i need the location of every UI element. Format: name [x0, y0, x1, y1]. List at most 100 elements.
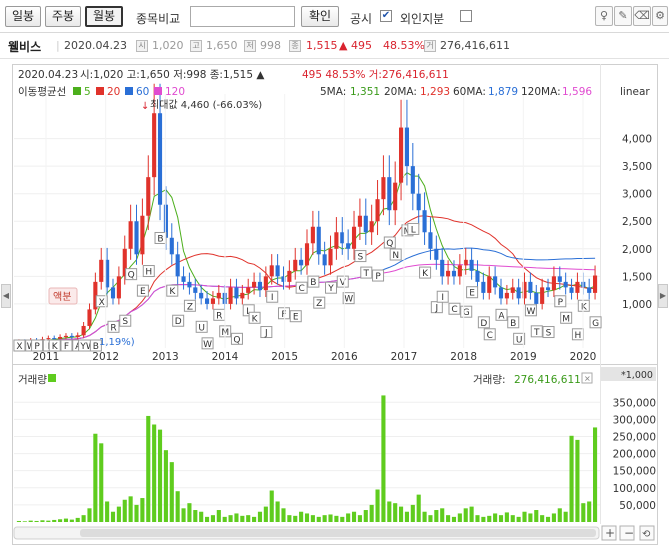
volume-swatch — [48, 374, 56, 382]
volume-bar — [134, 504, 139, 522]
price-tick-label: 4,000 — [622, 134, 652, 146]
candle-body — [469, 259, 474, 271]
disclosure-marker-label: M — [562, 314, 570, 324]
candle-body — [128, 221, 133, 249]
disclosure-marker-label: I — [441, 293, 444, 303]
volume-bar — [99, 443, 104, 522]
disclosure-marker-label: J — [435, 304, 439, 314]
volume-tick-label: 100,000 — [613, 483, 656, 495]
candle-body — [357, 215, 362, 227]
candle-body — [387, 177, 392, 211]
volume-bar — [504, 512, 509, 522]
disclosure-marker-label: Y — [327, 284, 334, 294]
scale-label[interactable]: linear — [620, 86, 650, 98]
candle-body — [593, 275, 598, 293]
volume-bar — [410, 504, 415, 522]
volume-bar — [340, 516, 345, 522]
volume-bar — [140, 498, 145, 522]
year-tick-label: 2011 — [33, 351, 60, 363]
plus-icon[interactable]: + — [605, 526, 615, 540]
ma120-swatch — [154, 87, 162, 95]
volume-legend-value: 276,416,611 — [514, 374, 581, 386]
volume-bar — [516, 516, 521, 522]
volume-bar — [157, 429, 163, 522]
candle-body — [334, 232, 339, 249]
candle-body — [451, 270, 457, 277]
candle-body — [199, 292, 204, 299]
candle-body — [216, 292, 221, 299]
volume-bar — [146, 415, 151, 522]
ma120-value-label: 120MA: — [521, 86, 561, 98]
disclosure-marker-label: P — [375, 272, 381, 282]
legend-ohlc: 시:1,020 고:1,650 저:998 종:1,515 ▲ — [80, 69, 265, 81]
volume-bar — [387, 501, 392, 522]
reset-icon[interactable]: ⟲ — [642, 529, 651, 540]
candle-body — [487, 276, 492, 293]
volume-bars — [16, 395, 598, 522]
volume-bar — [257, 511, 263, 522]
disclosure-marker-label: U — [198, 323, 205, 333]
ma20-swatch — [96, 87, 104, 95]
disclosure-marker-label: F — [281, 310, 286, 320]
disclosure-marker-label: I — [271, 293, 274, 303]
candle-body — [181, 276, 186, 282]
scrollbar-thumb[interactable] — [80, 529, 596, 537]
volume-bar — [393, 503, 398, 522]
disclosure-marker-label: E — [140, 287, 146, 297]
candle-body — [193, 287, 198, 293]
volume-bar — [357, 515, 362, 522]
candle-body — [540, 287, 545, 304]
volume-bar — [575, 439, 580, 522]
close-icon[interactable]: ✕ — [584, 375, 591, 384]
disclosure-marker-label: B — [157, 234, 163, 244]
candle-body — [140, 215, 145, 255]
candle-body — [228, 287, 233, 304]
volume-bar — [128, 496, 133, 522]
candle-body — [457, 265, 462, 277]
candle-body — [210, 298, 215, 304]
disclosure-marker-label: C — [298, 284, 304, 294]
volume-bar — [63, 518, 69, 522]
disclosure-marker-label: D — [175, 317, 182, 327]
disclosure-marker-label: X — [16, 342, 22, 352]
candle-body — [110, 287, 116, 299]
year-tick-label: 2014 — [212, 351, 239, 363]
price-y-ticks: 1,000 1,500 2,000 2,500 3,000 3,500 4,000 — [622, 134, 652, 311]
candle-body — [152, 113, 157, 178]
year-tick-label: 2013 — [152, 351, 179, 363]
volume-tick-label: 150,000 — [613, 466, 656, 478]
min-annotation: 1,19%) — [99, 337, 135, 348]
volume-bar — [304, 513, 310, 522]
volume-bar — [463, 508, 468, 522]
disclosure-marker-label: S — [546, 329, 552, 339]
disclosure-marker-label: V — [340, 278, 347, 288]
candle-body — [363, 215, 368, 233]
volume-bar — [593, 427, 598, 522]
volume-bar — [263, 506, 268, 522]
ma20-value-label: 20MA: — [384, 86, 417, 98]
disclosure-marker-label: B — [310, 278, 316, 288]
volume-bar — [228, 515, 233, 522]
volume-bar — [122, 499, 127, 522]
volume-bar — [469, 506, 474, 522]
ma5-value: 1,351 — [350, 86, 380, 98]
minus-icon[interactable]: − — [624, 526, 634, 540]
disclosure-marker-label: T — [363, 269, 370, 279]
volume-bar — [240, 515, 245, 522]
candle-body — [252, 281, 257, 288]
ma20-value: 1,293 — [420, 86, 450, 98]
disclosure-marker-label: B — [510, 319, 516, 329]
volume-bar — [587, 501, 592, 522]
candle-body — [287, 270, 292, 282]
candle-body — [257, 281, 263, 291]
candle-body — [52, 338, 57, 340]
candle-body — [87, 309, 92, 326]
candle-body — [46, 338, 51, 340]
price-tick-label: 2,500 — [622, 216, 652, 228]
price-tick-label: 2,000 — [622, 244, 652, 256]
disclosure-marker-label: Z — [187, 302, 193, 312]
disclosure-marker-label: C — [487, 331, 493, 341]
ma5-value-label: 5MA: — [320, 86, 346, 98]
year-tick-label: 2020 — [570, 351, 597, 363]
volume-bar — [328, 514, 333, 522]
